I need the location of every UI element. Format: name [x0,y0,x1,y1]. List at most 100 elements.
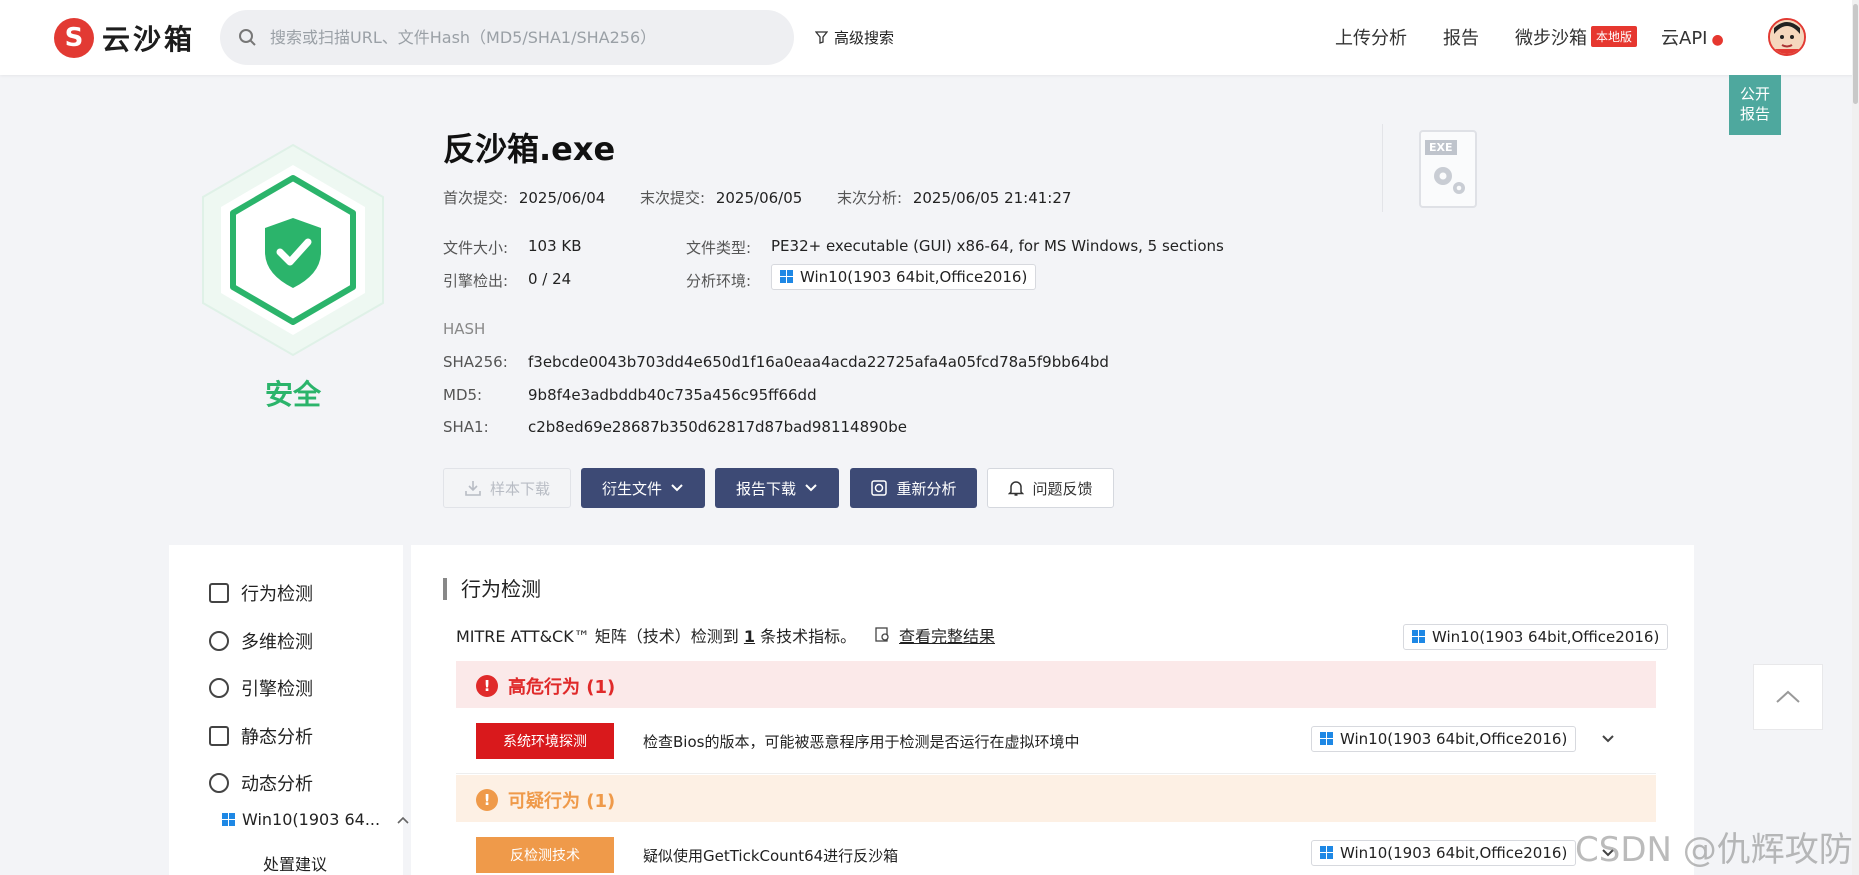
alert-icon: ! [476,675,498,697]
safe-shield-icon [202,143,384,357]
scrollbar-thumb[interactable] [1853,4,1858,104]
sidebar-item-label: 多维检测 [241,632,313,653]
suspicious-desc: 疑似使用GetTickCount64进行反沙箱 [643,847,899,865]
reanalyze-button[interactable]: 重新分析 [850,468,977,508]
local-badge: 本地版 [1591,26,1638,47]
env-tag-main: Win10(1903 64bit,Office2016) [1403,624,1669,650]
verdict-label: 安全 [265,378,322,411]
last-analysis-label: 末次分析: [837,189,903,207]
sidebar-item-dynamic[interactable]: 动态分析 [209,770,313,796]
exe-tag: EXE [1425,140,1457,155]
suspicious-group[interactable]: ! 可疑行为 (1) [456,775,1656,822]
size-value: 103 KB [528,237,582,255]
sidebar-item-label: 行为检测 [241,584,313,605]
high-risk-item[interactable]: 系统环境探测 检查Bios的版本，可能被恶意程序用于检测是否运行在虚拟环境中 W… [456,709,1656,773]
user-avatar[interactable] [1768,18,1806,56]
suspicious-tag: 反检测技术 [476,837,614,873]
chart-icon [209,583,229,603]
windows-icon [780,270,794,284]
nav-upload-analysis[interactable]: 上传分析 [1335,24,1407,50]
sidebar-item-label: 动态分析 [241,774,313,795]
cycle-icon [209,773,229,793]
gauge-icon [209,678,229,698]
sidebar-item-static[interactable]: 静态分析 [209,723,313,749]
search-doc-icon [875,627,889,642]
radar-icon [209,631,229,651]
env-tag: Win10(1903 64bit,Office2016) [771,264,1037,290]
sidebar-env-item[interactable]: Win10(1903 64... [222,810,410,829]
search-bar[interactable] [220,10,794,65]
md5-label: MD5: [443,386,483,404]
first-submit: 首次提交: 2025/06/04 [443,187,605,208]
windows-icon [222,812,236,827]
reanalyze-icon [871,480,888,496]
report-download-button[interactable]: 报告下载 [715,468,839,508]
section-title: 行为检测 [443,578,541,600]
nav-sandbox[interactable]: 微步沙箱 本地版 [1515,24,1638,50]
sidebar-item-behavior[interactable]: 行为检测 [209,580,313,606]
derived-files-button[interactable]: 衍生文件 [581,468,705,508]
public-report-line2: 报告 [1739,105,1770,123]
chevron-up-icon [397,816,409,824]
high-risk-group[interactable]: ! 高危行为 (1) [456,661,1656,708]
high-risk-tag: 系统环境探测 [476,723,614,759]
public-report-badge[interactable]: 公开 报告 [1729,75,1781,135]
type-value: PE32+ executable (GUI) x86-64, for MS Wi… [771,237,1224,255]
windows-icon [1320,732,1334,746]
last-analysis-value: 2025/06/05 21:41:27 [912,189,1072,207]
full-result-link[interactable]: 查看完整结果 [875,623,995,647]
sidebar-env-label: Win10(1903 64... [242,810,381,829]
nav-cloud-api[interactable]: 云API ● [1661,24,1724,50]
sidebar-item-multi[interactable]: 多维检测 [209,628,313,654]
hash-title: HASH [443,320,486,338]
env-label: 分析环境: [686,272,752,290]
md5-value: 9b8f4e3adbddb40c735a456c95ff66dd [528,386,817,404]
feedback-label: 问题反馈 [1032,479,1093,498]
search-input[interactable] [270,28,750,47]
last-submit-label: 末次提交: [640,189,706,207]
chevron-down-icon [805,484,817,492]
sidebar-item-label: 引擎检测 [241,679,313,700]
sha1-label: SHA1: [443,418,489,436]
suspicious-item[interactable]: 反检测技术 疑似使用GetTickCount64进行反沙箱 Win10(1903… [456,823,1656,875]
suspicious-title: ! 可疑行为 (1) [476,787,615,813]
document-icon [209,726,229,746]
full-result-label: 查看完整结果 [899,627,996,646]
logo[interactable]: S 云沙箱 [54,18,195,58]
windows-icon [1412,630,1426,644]
sidebar-sub-item[interactable]: 处置建议 [263,851,327,875]
mitre-prefix: MITRE ATT&CK™ 矩阵（技术）检测到 [456,627,739,646]
first-submit-value: 2025/06/04 [518,189,606,207]
high-risk-title: ! 高危行为 (1) [476,673,615,699]
env-tag-label: Win10(1903 64bit,Office2016) [1340,730,1568,748]
chevron-down-icon [671,484,683,492]
env-tag-label: Win10(1903 64bit,Office2016) [1340,844,1568,862]
sidebar-item-label: 静态分析 [241,727,313,748]
derived-files-label: 衍生文件 [601,479,662,498]
logo-text: 云沙箱 [102,23,196,56]
sample-download-label: 样本下载 [489,479,550,498]
last-submit-value: 2025/06/05 [715,189,803,207]
high-risk-label: 高危行为 (1) [508,677,616,698]
sidebar-item-engine[interactable]: 引擎检测 [209,675,313,701]
reanalyze-label: 重新分析 [896,479,957,498]
scrollbar-track[interactable] [1852,0,1859,875]
env-tag: Win10(1903 64bit,Office2016) [1403,624,1669,650]
sha256-label: SHA256: [443,353,508,371]
nav-report[interactable]: 报告 [1443,24,1479,50]
download-icon [465,481,481,496]
filter-icon [815,31,828,44]
alert-icon: ! [476,789,498,811]
advanced-search-link[interactable]: 高级搜索 [815,27,894,48]
hot-icon: ● [1711,32,1724,48]
back-to-top-button[interactable] [1753,664,1823,730]
item-env: Win10(1903 64bit,Office2016) [1311,726,1577,752]
suspicious-label: 可疑行为 (1) [508,791,616,812]
engine-value: 0 / 24 [528,270,572,288]
sample-download-button[interactable]: 样本下载 [443,468,571,508]
logo-icon: S [54,18,94,58]
chevron-down-icon[interactable] [1598,729,1618,749]
engine-label: 引擎检出: [443,272,509,290]
feedback-button[interactable]: 问题反馈 [987,468,1114,508]
mitre-suffix: 条技术指标。 [760,627,857,646]
